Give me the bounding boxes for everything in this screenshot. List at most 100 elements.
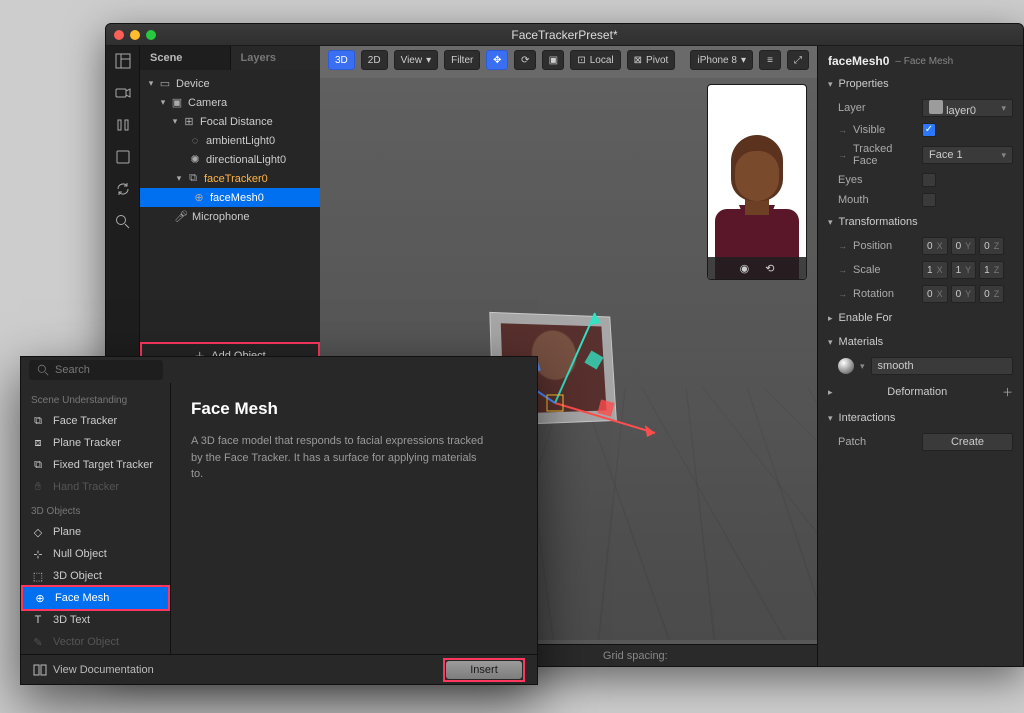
position-z[interactable]: 0Z: [979, 237, 1004, 255]
mode-2d-button[interactable]: 2D: [361, 50, 388, 70]
tree-focal[interactable]: ▾⊞Focal Distance: [140, 112, 320, 131]
vector-icon: ✎: [31, 636, 45, 649]
video-icon[interactable]: [114, 84, 132, 102]
camera-icon: ▣: [170, 96, 184, 109]
picker-info-body: A 3D face model that responds to facial …: [191, 433, 491, 483]
picker-vector: ✎Vector Object: [21, 631, 170, 653]
material-field[interactable]: smooth: [871, 357, 1013, 375]
tree-facetracker[interactable]: ▾⧉faceTracker0: [140, 169, 320, 188]
tree-camera[interactable]: ▾▣Camera: [140, 93, 320, 112]
focal-icon: ⊞: [182, 115, 196, 128]
rotation-y[interactable]: 0Y: [951, 285, 977, 303]
book-icon: [33, 664, 47, 676]
tree-directional[interactable]: ✺directionalLight0: [140, 150, 320, 169]
device-dropdown[interactable]: iPhone 8▾: [690, 50, 753, 70]
filter-dropdown[interactable]: Filter: [444, 50, 480, 70]
eyes-checkbox[interactable]: [922, 173, 936, 187]
create-patch-button[interactable]: Create: [922, 433, 1013, 451]
prop-mouth: Mouth: [818, 190, 1023, 210]
tree-facemesh[interactable]: ⊕faceMesh0: [140, 188, 320, 207]
prop-tracked-face: →Tracked Face Face 1▾: [818, 140, 1023, 170]
local-toggle[interactable]: ⊡ Local: [570, 50, 620, 70]
mode-3d-button[interactable]: 3D: [328, 50, 355, 70]
position-x[interactable]: 0X: [922, 237, 948, 255]
frame-tool-icon[interactable]: ▣: [542, 50, 564, 70]
picker-null[interactable]: ⊹Null Object: [21, 543, 170, 565]
prop-visible: →Visible: [818, 120, 1023, 140]
text-icon: T: [31, 614, 45, 626]
rotation-x[interactable]: 0X: [922, 285, 948, 303]
prop-eyes: Eyes: [818, 170, 1023, 190]
search-placeholder: Search: [55, 364, 90, 376]
section-interactions[interactable]: Interactions: [818, 406, 1023, 430]
picker-3d-text[interactable]: T3D Text: [21, 609, 170, 631]
device-icon: ▭: [158, 77, 172, 90]
face-tracker-icon: ⧉: [186, 172, 200, 185]
status-grid: Grid spacing:: [603, 650, 668, 662]
mouth-checkbox[interactable]: [922, 193, 936, 207]
scale-z[interactable]: 1Z: [979, 261, 1004, 279]
tab-scene[interactable]: Scene: [140, 46, 230, 70]
picker-fixed-target[interactable]: ⧉Fixed Target Tracker: [21, 454, 170, 476]
section-deformation[interactable]: Deformation ＋: [818, 378, 1023, 406]
tree-microphone[interactable]: 🎤︎Microphone: [140, 207, 320, 226]
chevron-down-icon: ▾: [1001, 150, 1006, 161]
target-tracker-icon: ⧉: [31, 459, 45, 472]
search-input[interactable]: Search: [29, 360, 163, 380]
picker-face-tracker[interactable]: ⧉Face Tracker: [21, 410, 170, 432]
view-documentation-link[interactable]: View Documentation: [33, 664, 154, 676]
cube-icon: ⬚: [31, 570, 45, 583]
position-y[interactable]: 0Y: [951, 237, 977, 255]
tracked-face-dropdown[interactable]: Face 1▾: [922, 146, 1013, 164]
tree-device[interactable]: ▾▭Device: [140, 74, 320, 93]
layer-dropdown[interactable]: layer0▾: [922, 99, 1013, 117]
move-tool-icon[interactable]: ✥: [486, 50, 508, 70]
inspector-panel: faceMesh0 – Face Mesh Properties Layer l…: [817, 46, 1023, 666]
scale-x[interactable]: 1X: [922, 261, 948, 279]
null-object-icon: ⊹: [31, 548, 45, 561]
section-enable-for[interactable]: Enable For: [818, 306, 1023, 330]
list-icon[interactable]: ≡: [759, 50, 781, 70]
plus-icon[interactable]: ＋: [1002, 384, 1013, 400]
orbit-tool-icon[interactable]: ⟳: [514, 50, 536, 70]
plane-icon: ◇: [31, 526, 45, 539]
reset-icon[interactable]: ⟲: [765, 262, 774, 275]
panel-icon[interactable]: [114, 148, 132, 166]
expand-icon[interactable]: ⤢: [787, 50, 809, 70]
inspector-object-name: faceMesh0: [828, 54, 889, 68]
tree-ambient[interactable]: ◌ambientLight0: [140, 131, 320, 150]
layout-icon[interactable]: [114, 52, 132, 70]
directional-light-icon: ✺: [188, 153, 202, 166]
picker-plane[interactable]: ◇Plane: [21, 521, 170, 543]
scale-y[interactable]: 1Y: [951, 261, 977, 279]
insert-button[interactable]: Insert: [446, 661, 522, 679]
face-mesh-icon: ⊕: [33, 592, 47, 605]
section-transformations[interactable]: Transformations: [818, 210, 1023, 234]
prop-rotation: →Rotation 0X 0Y 0Z: [818, 282, 1023, 306]
picker-face-mesh[interactable]: ⊕Face Mesh: [21, 585, 170, 611]
device-preview: ◉ ⟲: [707, 84, 807, 280]
ambient-light-icon: ◌: [188, 135, 202, 147]
capture-icon[interactable]: ◉: [740, 262, 750, 275]
prop-patch: Patch Create: [818, 430, 1023, 454]
picker-hand-tracker: ✋︎Hand Tracker: [21, 476, 170, 498]
search-icon[interactable]: [114, 212, 132, 230]
chevron-down-icon: ▾: [741, 55, 746, 66]
add-object-picker: Search Scene Understanding ⧉Face Tracker…: [20, 356, 538, 685]
refresh-icon[interactable]: [114, 180, 132, 198]
visible-checkbox[interactable]: [922, 123, 936, 137]
prop-scale: →Scale 1X 1Y 1Z: [818, 258, 1023, 282]
section-materials[interactable]: Materials: [818, 330, 1023, 354]
pause-icon[interactable]: [114, 116, 132, 134]
view-dropdown[interactable]: View▾: [394, 50, 439, 70]
microphone-icon: 🎤︎: [174, 210, 188, 223]
chevron-down-icon[interactable]: ▾: [860, 361, 865, 372]
tab-layers[interactable]: Layers: [230, 46, 321, 70]
picker-3d-object[interactable]: ⬚3D Object: [21, 565, 170, 587]
picker-plane-tracker[interactable]: ⧈Plane Tracker: [21, 432, 170, 454]
section-properties[interactable]: Properties: [818, 72, 1023, 96]
pivot-toggle[interactable]: ⊠ Pivot: [627, 50, 676, 70]
rotation-z[interactable]: 0Z: [979, 285, 1004, 303]
face-mesh-icon: ⊕: [192, 191, 206, 204]
plane-tracker-icon: ⧈: [31, 437, 45, 450]
